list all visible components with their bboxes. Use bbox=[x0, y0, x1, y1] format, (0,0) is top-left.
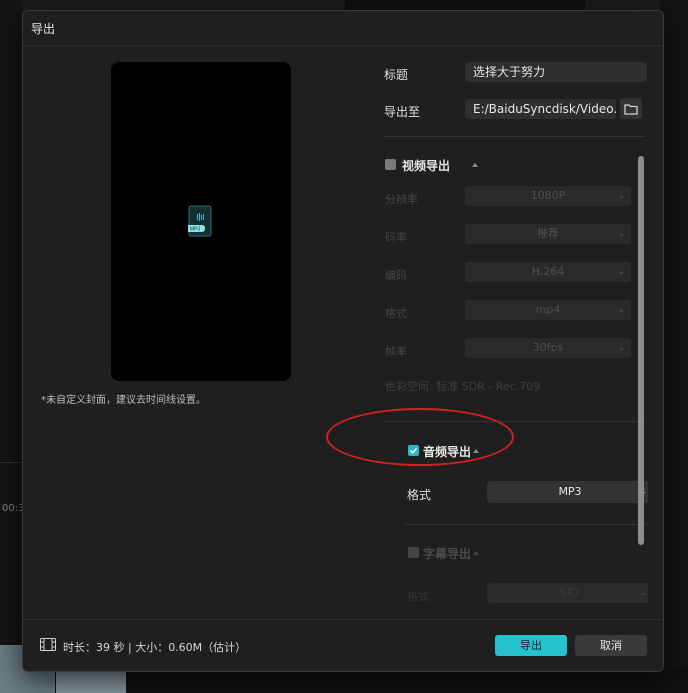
chevron-down-icon: ⌄ bbox=[617, 267, 625, 277]
bitrate-value: 推荐 bbox=[537, 227, 559, 240]
codec-select[interactable]: H.264 ⌄ bbox=[465, 262, 631, 282]
codec-label: 编码 bbox=[385, 269, 407, 282]
checkmark-icon bbox=[409, 447, 418, 454]
video-format-value: mp4 bbox=[535, 303, 561, 316]
title-label: 标题 bbox=[384, 68, 409, 82]
subtitle-format-label: 格式 bbox=[407, 590, 429, 603]
file-badge: MP3 bbox=[190, 227, 201, 233]
collapse-icon[interactable] bbox=[473, 449, 479, 453]
resolution-select[interactable]: 1080P ⌄ bbox=[465, 186, 631, 206]
section-divider bbox=[405, 524, 648, 525]
vertical-scrollbar[interactable] bbox=[638, 156, 644, 545]
export-to-label: 导出至 bbox=[384, 105, 421, 119]
color-space-value: 标准 SDR - Rec.709 bbox=[436, 380, 541, 393]
section-divider bbox=[383, 136, 645, 137]
mp3-file-icon: MP3 bbox=[188, 205, 212, 237]
framerate-select[interactable]: 30fps ⌄ bbox=[465, 338, 631, 358]
browse-folder-button[interactable] bbox=[620, 98, 642, 119]
collapse-icon[interactable] bbox=[473, 551, 479, 555]
audio-format-label: 格式 bbox=[407, 488, 432, 502]
background-left-panel bbox=[0, 0, 22, 693]
subtitle-format-value: SRT bbox=[559, 586, 581, 599]
export-path-input[interactable]: E:/BaiduSyncdisk/Video... bbox=[465, 99, 616, 119]
subtitle-export-checkbox[interactable] bbox=[408, 547, 419, 558]
video-format-select[interactable]: mp4 ⌄ bbox=[465, 300, 631, 320]
collapse-icon[interactable] bbox=[472, 163, 478, 167]
framerate-label: 帧率 bbox=[385, 345, 407, 358]
title-divider bbox=[23, 45, 663, 46]
chevron-down-icon: ⌄ bbox=[617, 305, 625, 315]
title-input[interactable]: 选择大于努力 bbox=[465, 62, 647, 82]
resolution-label: 分辨率 bbox=[385, 193, 418, 206]
export-dialog: 导出 MP3 *未自定义封面，建议去时间线设置。 标题 选择大于努力 导出至 E… bbox=[22, 10, 664, 672]
color-space-label: 色彩空间: bbox=[385, 380, 433, 393]
chevron-down-icon: ⌄ bbox=[617, 343, 625, 353]
background-right-panel bbox=[660, 0, 688, 693]
color-space-row: 色彩空间: 标准 SDR - Rec.709 bbox=[385, 378, 540, 394]
cover-hint: *未自定义封面，建议去时间线设置。 bbox=[41, 395, 206, 406]
duration-size-info: 时长：39 秒 | 大小：0.60M（估计） bbox=[63, 641, 247, 654]
folder-icon bbox=[624, 103, 638, 115]
chevron-down-icon: ⌄ bbox=[639, 588, 647, 598]
bitrate-label: 码率 bbox=[385, 231, 407, 244]
video-format-label: 格式 bbox=[385, 307, 407, 320]
framerate-value: 30fps bbox=[532, 341, 564, 354]
video-export-title: 视频导出 bbox=[402, 159, 451, 173]
cancel-button[interactable]: 取消 bbox=[575, 635, 647, 656]
film-icon bbox=[40, 638, 56, 651]
subtitle-export-title: 字幕导出 bbox=[423, 547, 472, 561]
codec-value: H.264 bbox=[531, 265, 565, 278]
video-export-checkbox[interactable] bbox=[385, 159, 396, 170]
bitrate-select[interactable]: 推荐 ⌄ bbox=[465, 224, 631, 244]
footer-divider bbox=[23, 619, 663, 620]
chevron-down-icon: ⌄ bbox=[617, 229, 625, 239]
audio-format-value: MP3 bbox=[558, 485, 582, 498]
chevron-down-icon: ⌄ bbox=[617, 191, 625, 201]
audio-format-select[interactable]: MP3⌄ bbox=[487, 481, 648, 503]
audio-export-checkbox[interactable] bbox=[408, 445, 419, 456]
export-settings-scroll[interactable]: 视频导出 分辨率 1080P ⌄ 码率 推荐 ⌄ 编码 H.264 ⌄ 格式 mp4 ⌄… bbox=[373, 146, 648, 616]
export-button[interactable]: 导出 bbox=[495, 635, 567, 656]
background-divider bbox=[0, 462, 22, 463]
audio-export-title: 音频导出 bbox=[423, 445, 472, 459]
dialog-title: 导出 bbox=[31, 22, 56, 36]
section-divider bbox=[383, 421, 645, 422]
resolution-value: 1080P bbox=[530, 189, 566, 202]
cover-preview[interactable]: MP3 bbox=[111, 62, 291, 381]
subtitle-format-select[interactable]: SRT ⌄ bbox=[487, 583, 648, 603]
